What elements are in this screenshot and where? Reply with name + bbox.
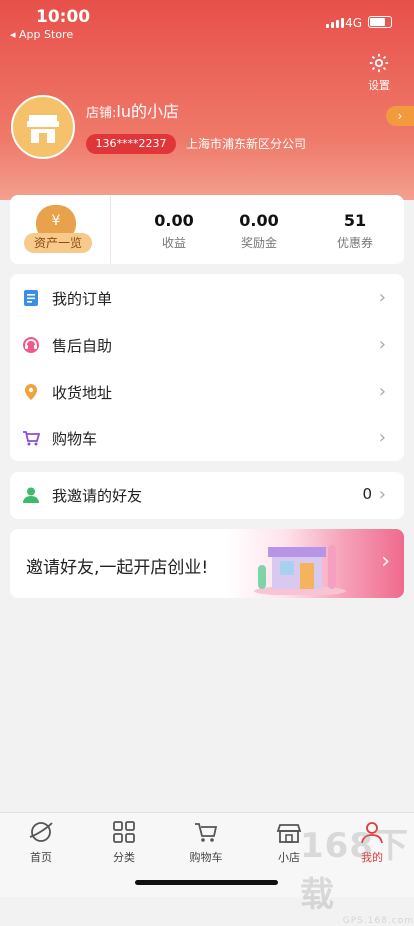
settings-label: 设置 <box>368 79 390 92</box>
chevron-right-icon: › <box>381 549 390 574</box>
chevron-right-icon: › <box>378 381 386 402</box>
stat-reward[interactable]: 0.00 奖励金 <box>219 211 299 251</box>
orders-icon <box>24 290 38 306</box>
store-icon <box>276 824 302 843</box>
menu-item-cart[interactable]: 购物车 › <box>10 415 404 461</box>
network-type: 4G <box>345 16 362 30</box>
phone-badge: 136****2237 <box>86 134 176 154</box>
profile-arrow-button[interactable]: › <box>386 106 414 126</box>
shop-avatar[interactable] <box>11 95 75 159</box>
invited-friends-row[interactable]: 我邀请的好友 0 › <box>10 472 404 519</box>
storefront-illustration <box>254 545 346 595</box>
asset-overview-button[interactable]: ¥ 资产一览 <box>10 195 111 264</box>
invited-friends-count: 0 <box>362 485 372 503</box>
menu-item-orders[interactable]: 我的订单 › <box>10 275 404 321</box>
status-time: 10:00 <box>36 7 91 27</box>
menu-item-after-sales[interactable]: 售后自助 › <box>10 322 404 368</box>
gear-icon <box>369 53 389 73</box>
chevron-right-icon: › <box>378 287 386 308</box>
back-to-app-store[interactable]: ◂ App Store <box>10 28 73 41</box>
invited-friends-content: 我邀请的好友 0 › <box>10 472 404 518</box>
stat-earnings[interactable]: 0.00 收益 <box>134 211 214 251</box>
stat-coupons[interactable]: 51 优惠券 <box>315 211 395 251</box>
tab-category[interactable]: 分类 <box>94 819 154 865</box>
tab-cart[interactable]: 购物车 <box>176 819 236 865</box>
shop-name: 店铺:lu的小店 <box>86 102 179 121</box>
watermark: 168下载 GPS.168.com <box>300 826 414 926</box>
settings-button[interactable]: 设置 <box>362 52 396 93</box>
home-indicator <box>135 880 278 885</box>
invited-friends-label: 我邀请的好友 <box>52 487 143 505</box>
planet-icon <box>29 822 53 842</box>
grid-icon <box>113 821 135 843</box>
store-icon <box>27 115 59 143</box>
tab-home[interactable]: 首页 <box>11 819 71 865</box>
chevron-right-icon: › <box>378 484 386 505</box>
friend-icon <box>23 487 39 503</box>
battery-icon <box>368 16 392 28</box>
invite-banner[interactable]: 邀请好友,一起开店创业! › <box>10 529 404 598</box>
stats-card: ¥ 资产一览 0.00 收益 0.00 奖励金 51 优惠券 <box>10 195 404 264</box>
branch-name: 上海市浦东新区分公司 <box>186 137 307 151</box>
cart-icon <box>195 823 218 842</box>
chevron-right-icon: › <box>378 427 386 448</box>
banner-text: 邀请好友,一起开店创业! <box>26 558 209 578</box>
cart-icon <box>23 431 40 446</box>
menu-card: 我的订单 › 售后自助 › 收货地址 › 购物车 › <box>10 274 404 461</box>
chevron-right-icon: › <box>378 334 386 355</box>
location-icon <box>25 384 37 400</box>
menu-item-address[interactable]: 收货地址 › <box>10 369 404 415</box>
service-icon <box>23 337 39 353</box>
chevron-right-icon: › <box>397 109 403 123</box>
status-bar: 10:00 ◂ App Store 4G <box>0 6 414 46</box>
asset-overview-label: 资产一览 <box>24 233 92 253</box>
signal-icon <box>326 18 344 28</box>
